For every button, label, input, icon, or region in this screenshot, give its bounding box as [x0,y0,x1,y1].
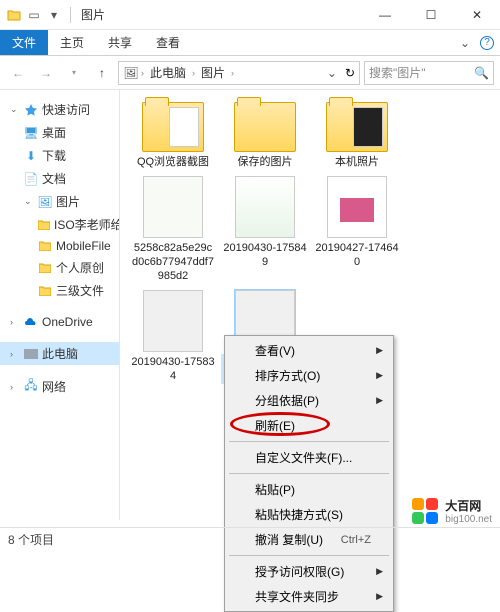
menu-view[interactable]: 查看(V)▶ [227,338,391,363]
folder-icon [6,7,22,23]
menu-separator [229,473,389,474]
watermark: 大百网 big100.net [411,497,492,525]
watermark-logo-icon [411,497,439,525]
image-item[interactable]: 20190430-175849 [220,176,310,284]
folder-thumb-icon [234,102,296,152]
folder-thumb-icon [142,102,204,152]
menu-group[interactable]: 分组依据(P)▶ [227,388,391,413]
maximize-button[interactable]: ☐ [408,0,454,30]
nav-forward-button: → [34,61,58,85]
image-thumb-icon [143,290,203,352]
menu-separator [229,555,389,556]
nav-this-pc[interactable]: ›此电脑 [0,342,119,365]
tab-home[interactable]: 主页 [48,30,96,55]
image-item[interactable]: 20190430-175834 [128,290,218,384]
nav-back-button[interactable]: ← [6,61,30,85]
nav-desktop[interactable]: 🖥桌面 [0,121,119,144]
nav-personal[interactable]: 个人原创 [0,256,119,279]
menu-grant-access[interactable]: 授予访问权限(G)▶ [227,559,391,584]
menu-refresh[interactable]: 刷新(E) [227,413,391,438]
nav-downloads[interactable]: ⬇下载 [0,144,119,167]
pictures-icon: 🖼 [123,65,139,81]
chevron-right-icon[interactable]: › [192,68,195,78]
refresh-icon[interactable]: ↻ [345,66,355,80]
crumb-thispc[interactable]: 此电脑 [146,64,190,81]
window-title: 图片 [81,6,105,23]
nav-mobilefile[interactable]: MobileFile [0,236,119,256]
submenu-arrow-icon: ▶ [376,370,383,381]
chevron-right-icon[interactable]: › [141,68,144,78]
breadcrumb-bar[interactable]: 🖼 › 此电脑 › 图片 › ⌄ ↻ [118,61,360,85]
close-button[interactable]: ✕ [454,0,500,30]
folder-item[interactable]: 本机照片 [312,102,402,170]
address-dropdown-icon[interactable]: ⌄ [327,66,337,80]
tab-view[interactable]: 查看 [144,30,192,55]
nav-network[interactable]: ›🖧网络 [0,375,119,398]
context-menu: 查看(V)▶ 排序方式(O)▶ 分组依据(P)▶ 刷新(E) 自定义文件夹(F)… [224,335,394,612]
menu-paste[interactable]: 粘贴(P) [227,477,391,502]
address-bar: ← → ▾ ↑ 🖼 › 此电脑 › 图片 › ⌄ ↻ 搜索"图片" 🔍 [0,56,500,90]
image-item[interactable]: 20190427-174640 [312,176,402,284]
menu-paste-shortcut[interactable]: 粘贴快捷方式(S) [227,502,391,527]
folder-thumb-icon [326,102,388,152]
status-bar: 8 个项目 [0,527,500,551]
menu-share-sync[interactable]: 共享文件夹同步▶ [227,584,391,609]
image-thumb-icon [235,176,295,238]
nav-pictures[interactable]: ⌄🖼图片 [0,190,119,213]
submenu-arrow-icon: ▶ [376,345,383,356]
tab-file[interactable]: 文件 [0,30,48,55]
chevron-right-icon[interactable]: › [231,68,234,78]
menu-separator [229,441,389,442]
submenu-arrow-icon: ▶ [376,591,383,602]
nav-documents[interactable]: 📄文档 [0,167,119,190]
help-icon[interactable]: ? [480,36,494,50]
nav-up-button[interactable]: ↑ [90,61,114,85]
menu-customize-folder[interactable]: 自定义文件夹(F)... [227,445,391,470]
navigation-pane: ⌄快速访问 🖥桌面 ⬇下载 📄文档 ⌄🖼图片 ISO李老师给的资料 Mobile… [0,90,120,520]
watermark-text: 大百网 [445,497,492,514]
properties-icon[interactable]: ▭ [26,7,42,23]
item-count: 8 个项目 [8,531,54,548]
qat-dropdown-icon[interactable]: ▾ [46,7,62,23]
search-placeholder: 搜索"图片" [369,64,426,81]
tab-share[interactable]: 共享 [96,30,144,55]
nav-iso-folder[interactable]: ISO李老师给的资料 [0,213,119,236]
nav-onedrive[interactable]: ›OneDrive [0,312,119,332]
search-input[interactable]: 搜索"图片" 🔍 [364,61,494,85]
watermark-url: big100.net [445,514,492,525]
nav-quick-access[interactable]: ⌄快速访问 [0,98,119,121]
image-thumb-icon [327,176,387,238]
search-icon[interactable]: 🔍 [474,66,489,80]
nav-sanji[interactable]: 三级文件 [0,279,119,302]
ribbon-expand-icon[interactable]: ⌄ [460,36,470,50]
window-titlebar: ▭ ▾ 图片 — ☐ ✕ [0,0,500,30]
crumb-pictures[interactable]: 图片 [197,64,229,81]
quick-access-toolbar: ▭ ▾ 图片 [0,6,105,23]
submenu-arrow-icon: ▶ [376,566,383,577]
folder-item[interactable]: 保存的图片 [220,102,310,170]
nav-history-dropdown[interactable]: ▾ [62,61,86,85]
image-item[interactable]: 5258c82a5e29cd0c6b77947ddf7985d2 [128,176,218,284]
ribbon-tabs: 文件 主页 共享 查看 ⌄ ? [0,30,500,56]
minimize-button[interactable]: — [362,0,408,30]
menu-sort[interactable]: 排序方式(O)▶ [227,363,391,388]
folder-item[interactable]: QQ浏览器截图 [128,102,218,170]
image-thumb-icon [143,176,203,238]
submenu-arrow-icon: ▶ [376,395,383,406]
